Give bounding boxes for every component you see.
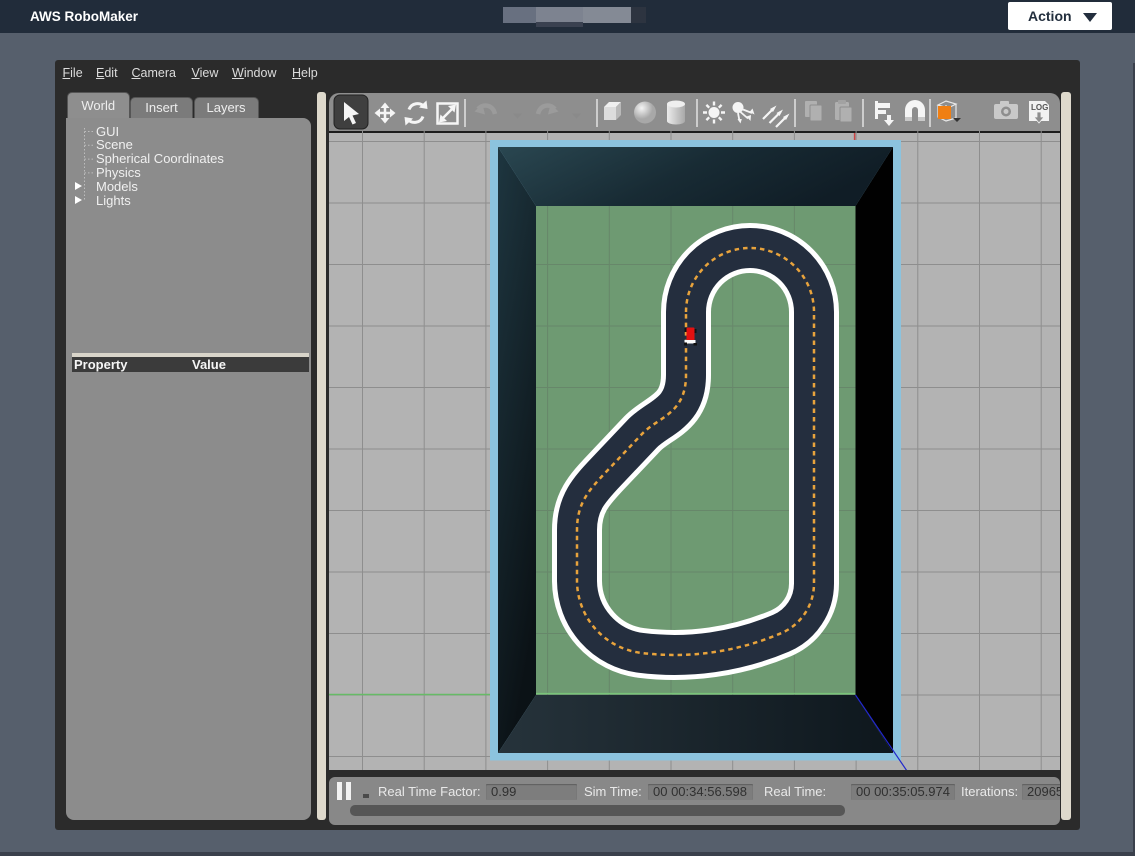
svg-text:LOG: LOG xyxy=(1031,103,1048,112)
